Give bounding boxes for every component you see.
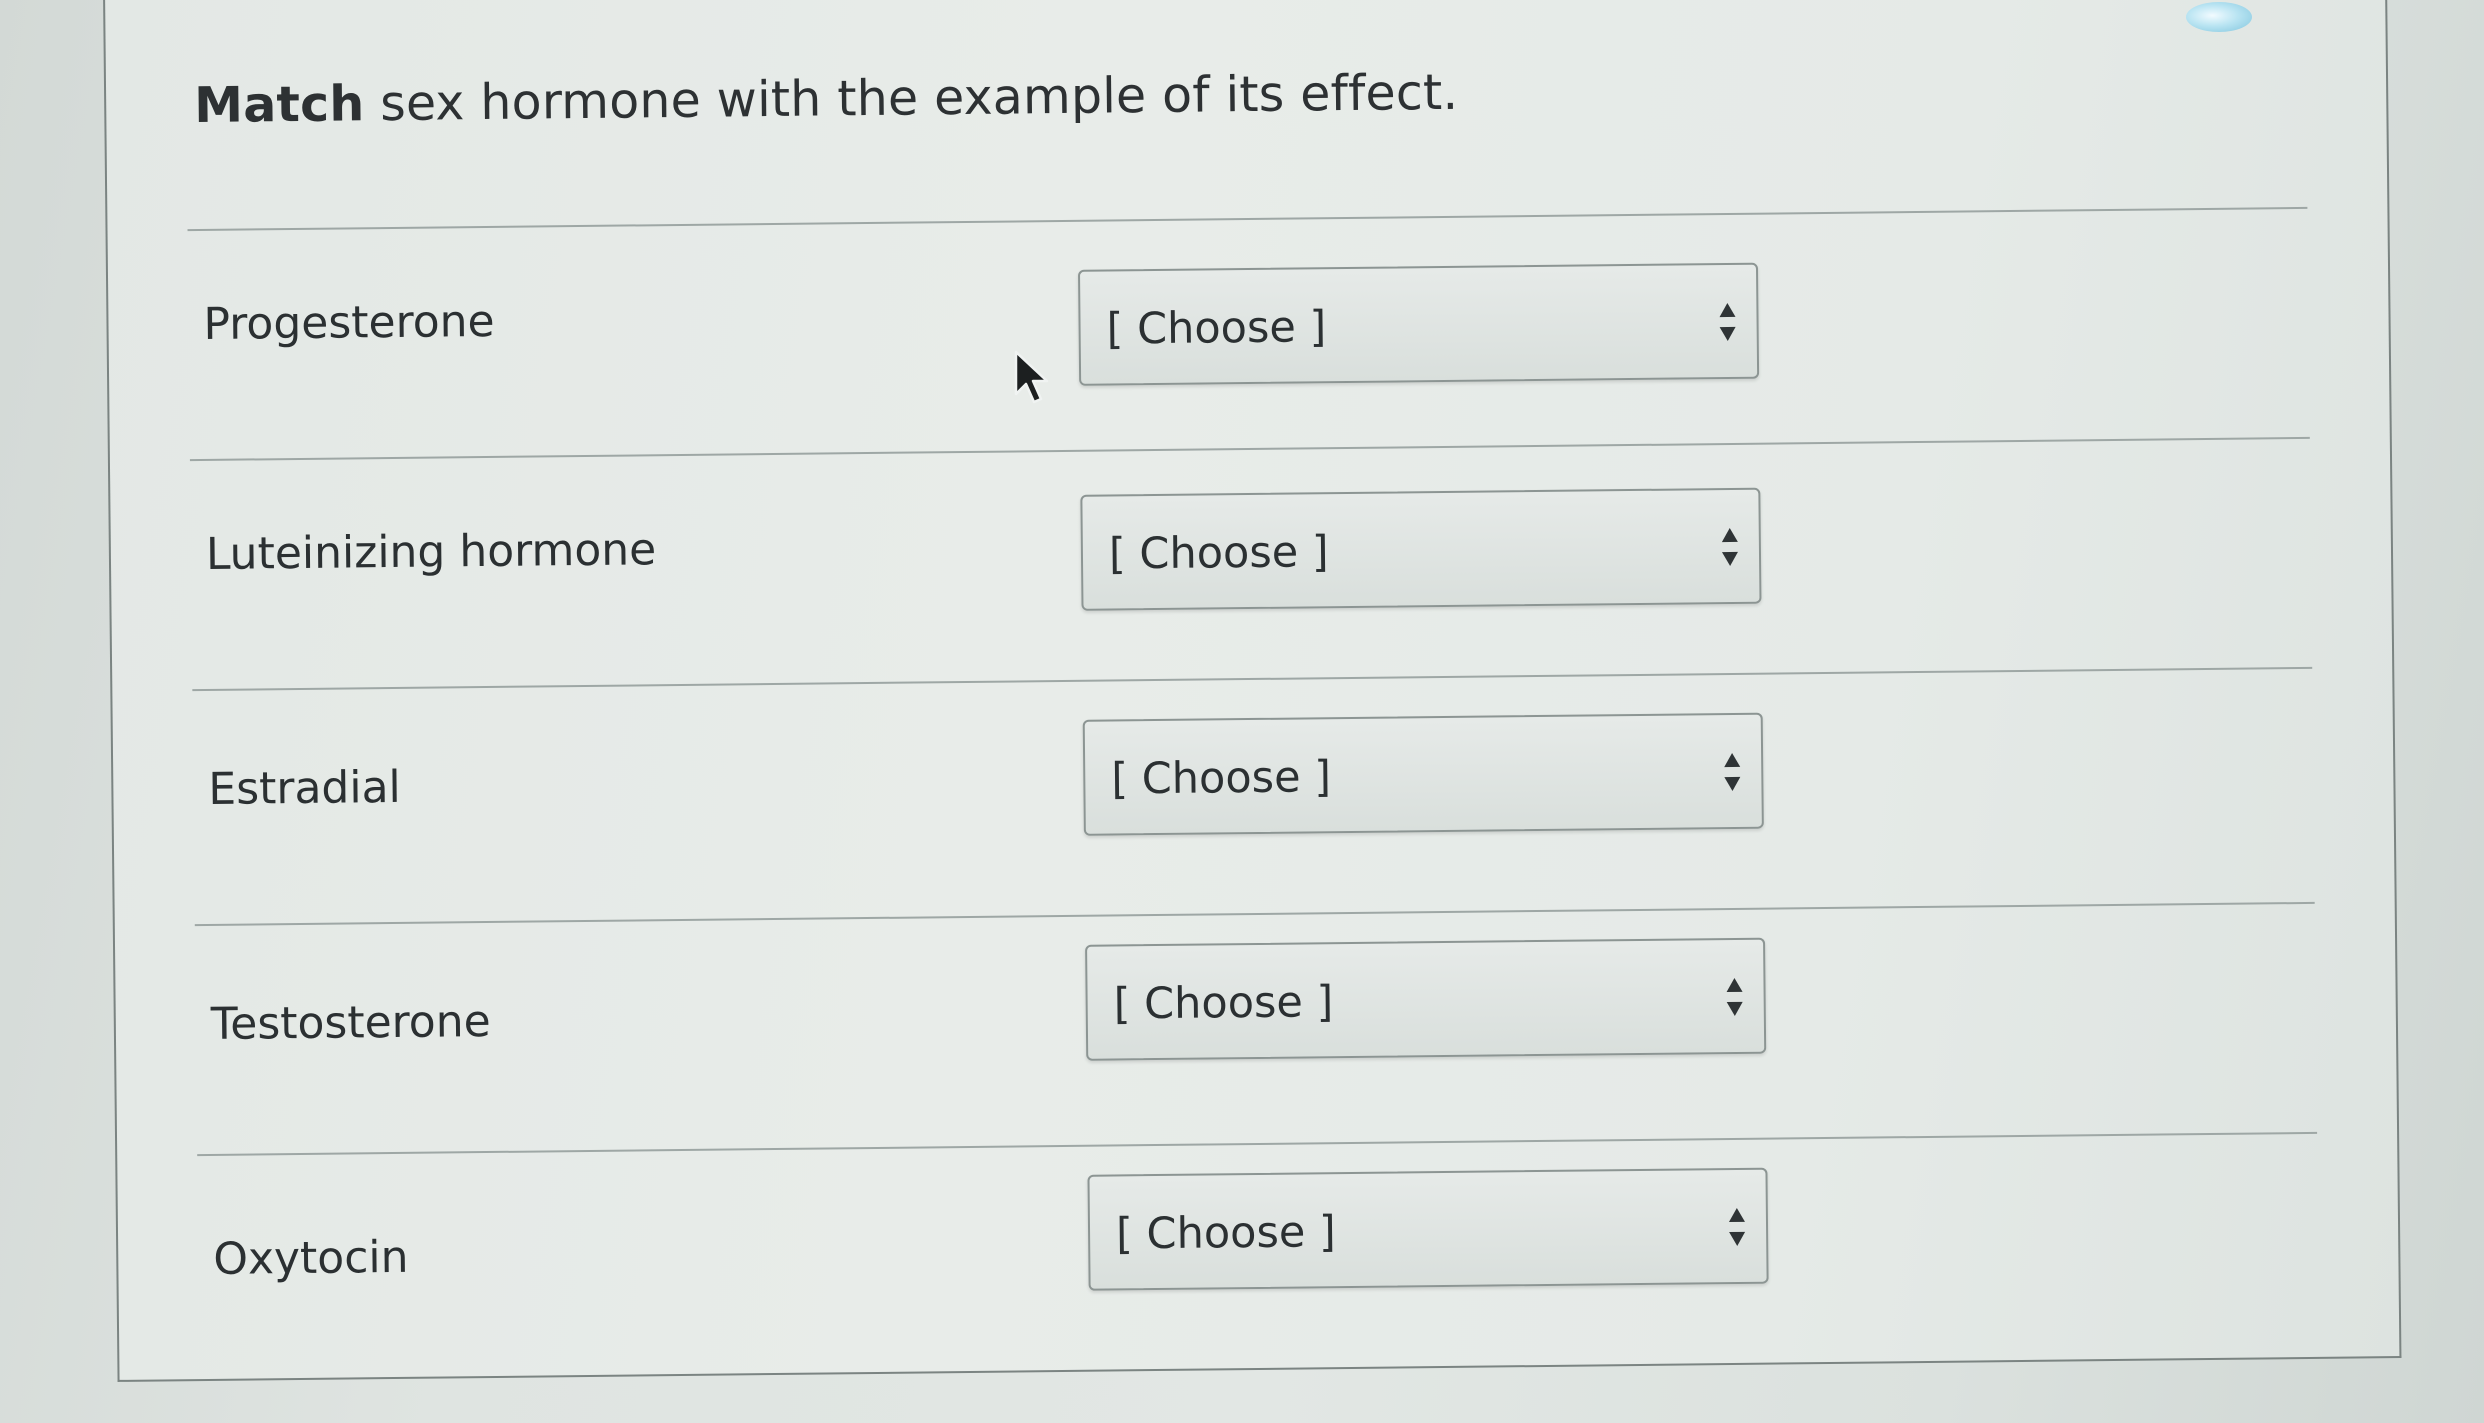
select-value: [ Choose ] xyxy=(1115,1207,1336,1260)
bubble-decoration xyxy=(2186,2,2252,32)
term-testosterone: Testosterone xyxy=(210,995,491,1050)
question-rest: sex hormone with the example of its effe… xyxy=(364,63,1459,133)
divider xyxy=(187,206,2308,232)
question-bold: Match xyxy=(193,75,365,135)
select-luteinizing-hormone[interactable]: [ Choose ] xyxy=(1080,487,1762,611)
select-progesterone[interactable]: [ Choose ] xyxy=(1077,262,1760,386)
divider xyxy=(189,436,2310,462)
up-down-arrows-icon xyxy=(1719,303,1736,342)
question-card: Match sex hormone with the example of it… xyxy=(103,0,2402,1382)
select-value: [ Choose ] xyxy=(1111,752,1332,805)
select-value: [ Choose ] xyxy=(1113,977,1334,1030)
term-estradial: Estradial xyxy=(208,761,402,815)
divider xyxy=(192,666,2313,692)
divider xyxy=(197,1131,2318,1157)
select-value: [ Choose ] xyxy=(1108,527,1329,580)
up-down-arrows-icon xyxy=(1728,1207,1746,1246)
term-oxytocin: Oxytocin xyxy=(213,1231,409,1285)
mouse-pointer-icon xyxy=(1014,350,1049,404)
select-value: [ Choose ] xyxy=(1106,302,1327,355)
divider xyxy=(194,901,2315,927)
up-down-arrows-icon xyxy=(1726,977,1743,1016)
up-down-arrows-icon xyxy=(1721,527,1738,566)
select-testosterone[interactable]: [ Choose ] xyxy=(1085,937,1767,1061)
question-text: Match sex hormone with the example of it… xyxy=(194,64,1459,134)
term-luteinizing-hormone: Luteinizing hormone xyxy=(205,524,657,580)
up-down-arrows-icon xyxy=(1724,752,1741,791)
term-progesterone: Progesterone xyxy=(203,295,495,350)
select-estradial[interactable]: [ Choose ] xyxy=(1082,712,1764,836)
select-oxytocin[interactable]: [ Choose ] xyxy=(1087,1167,1769,1291)
screen: Match sex hormone with the example of it… xyxy=(0,0,2484,1423)
